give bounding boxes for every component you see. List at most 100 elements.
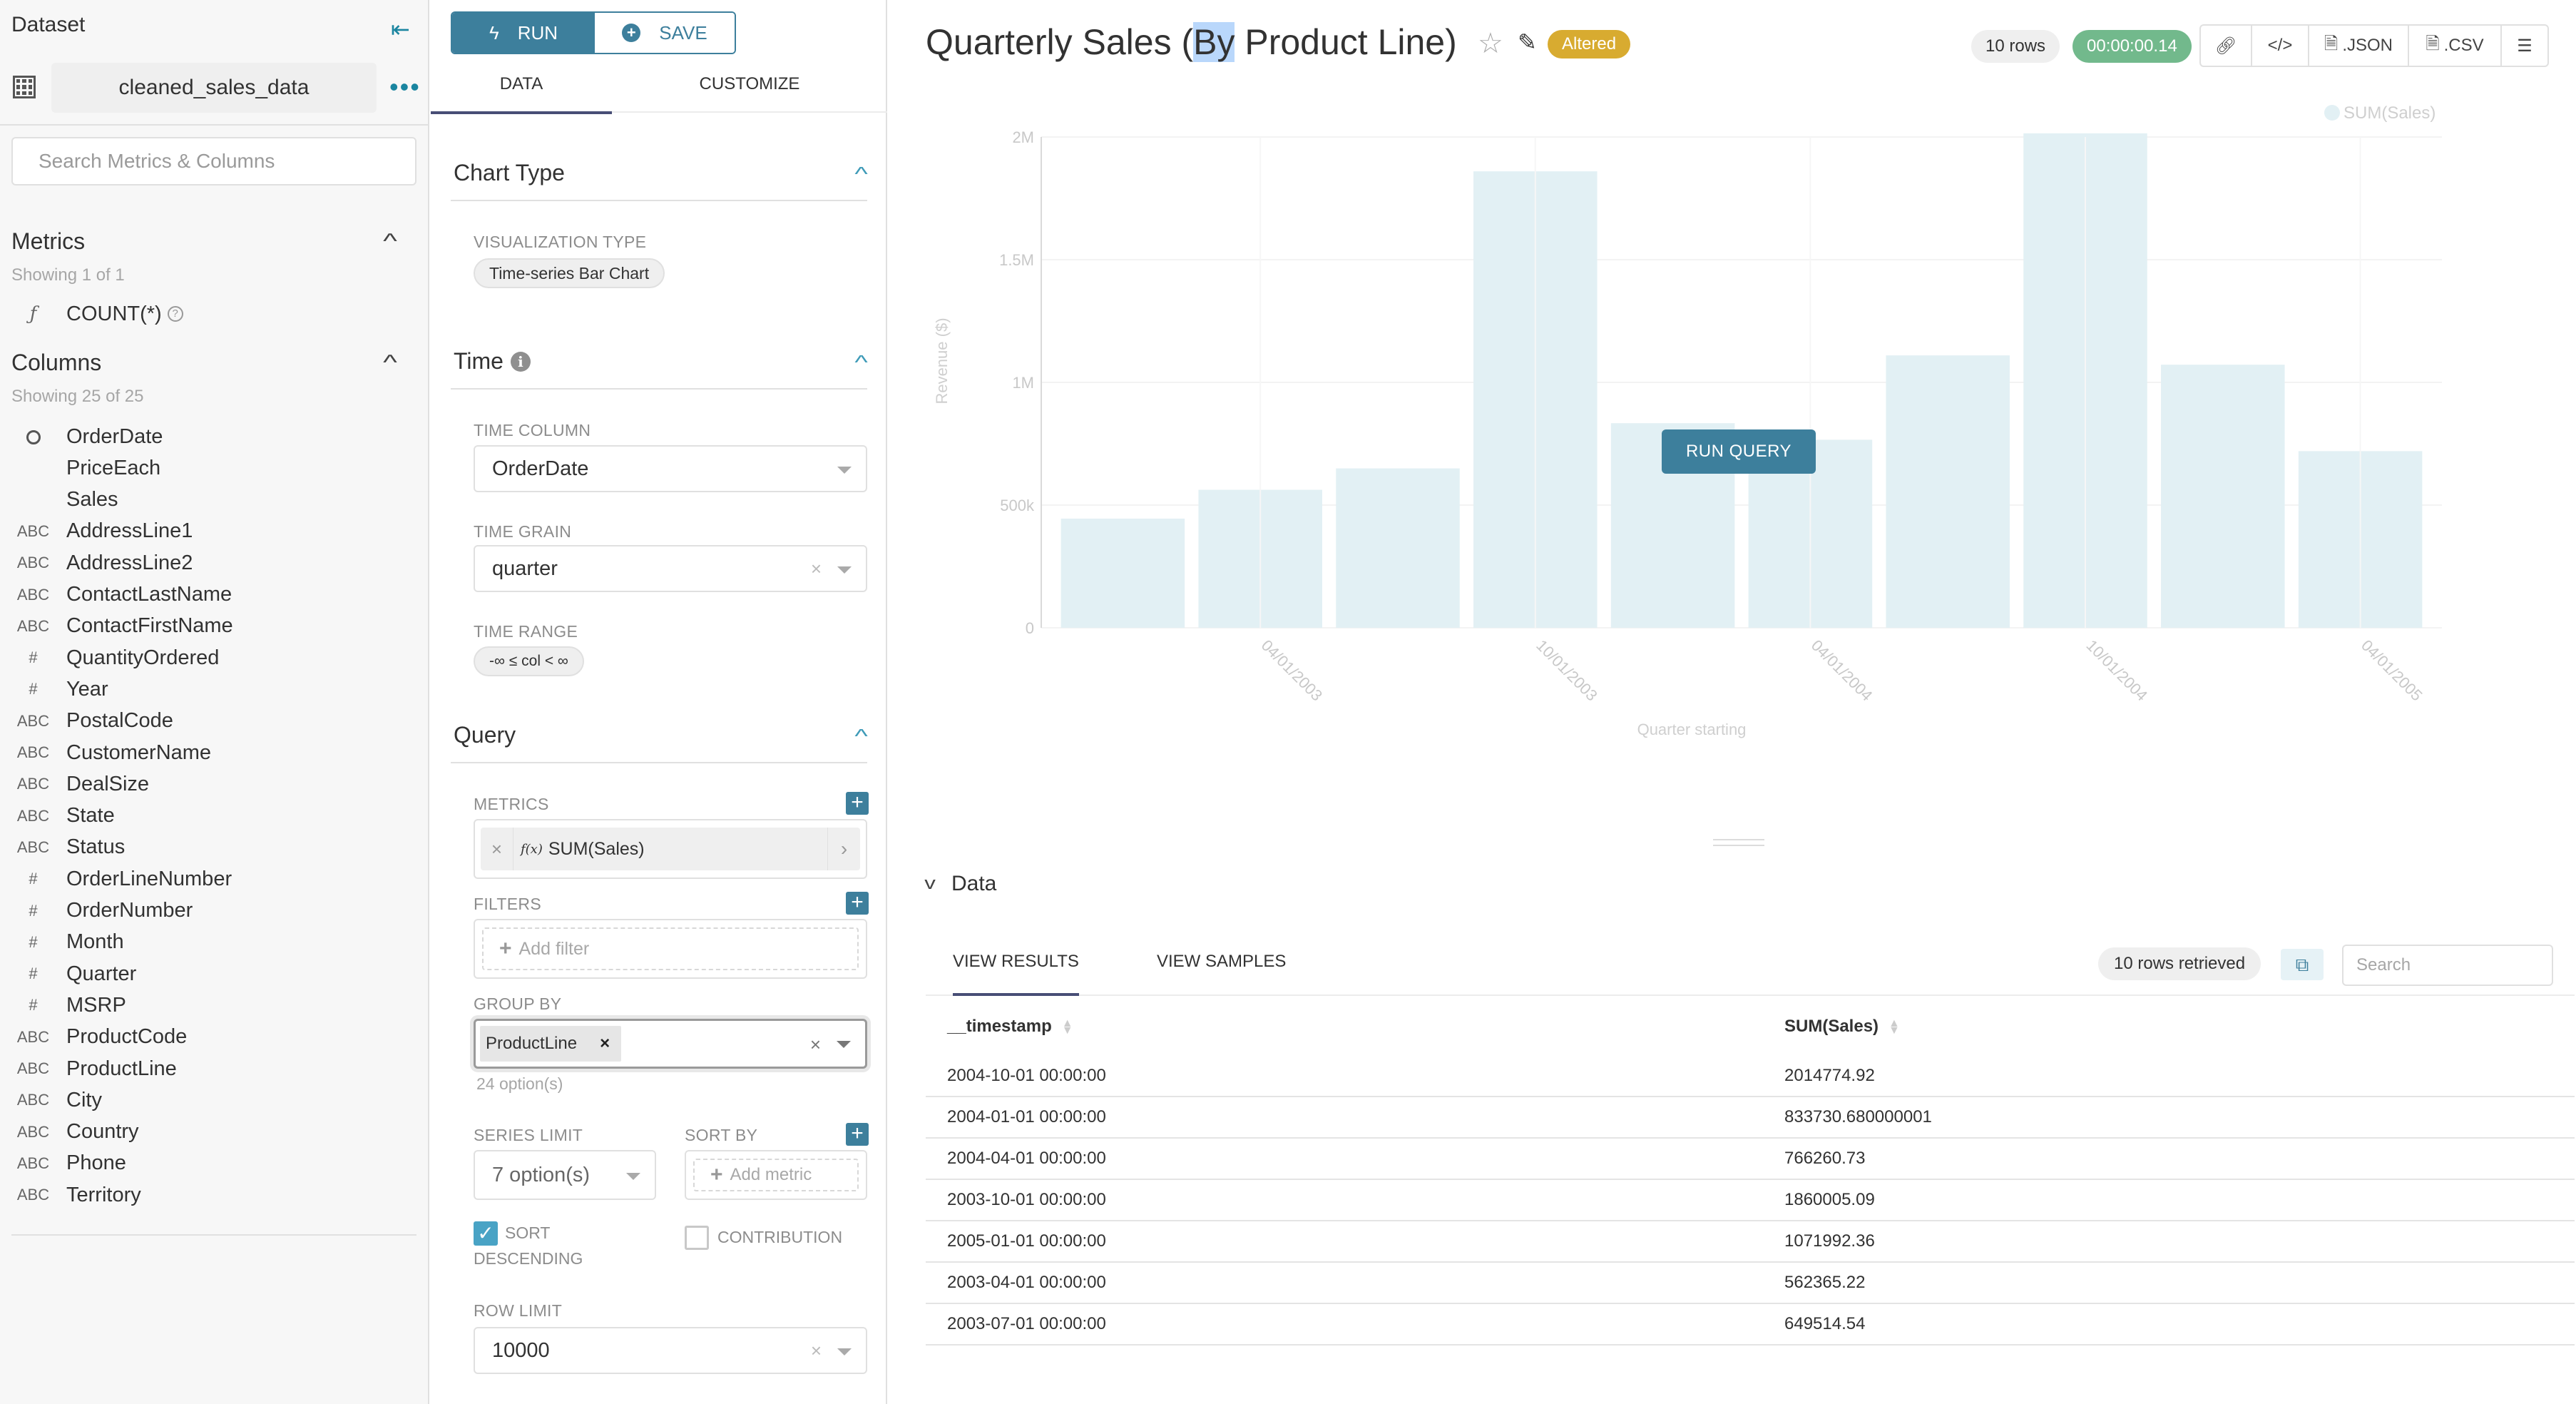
column-item[interactable]: # Quarter	[0, 958, 428, 990]
viz-type-selector[interactable]: Time-series Bar Chart	[474, 258, 665, 288]
column-item[interactable]: ABC ProductLine	[0, 1053, 428, 1084]
column-item[interactable]: ABC DealSize	[0, 768, 428, 800]
collapse-panel-icon[interactable]: ⇤	[391, 16, 410, 43]
column-item[interactable]: ABC Country	[0, 1116, 428, 1148]
export-csv-button[interactable]: 🗎 .CSV	[2409, 26, 2502, 66]
add-sort-metric-button[interactable]: +	[846, 1123, 869, 1146]
chart-area: Quarterly Sales (By Product Line) ☆ ✎ Al…	[889, 0, 2576, 1404]
resize-handle[interactable]	[1713, 839, 1764, 846]
y-axis-title: Revenue ($)	[933, 317, 951, 404]
sort-icon[interactable]: ▲ ▼	[1888, 1017, 1900, 1036]
columns-section-title[interactable]: Columns	[11, 350, 101, 376]
column-item[interactable]: # OrderNumber	[0, 895, 428, 927]
add-filter-dropzone[interactable]: + Add filter	[482, 927, 859, 970]
chevron-up-icon[interactable]: ^	[854, 351, 867, 374]
chart-title[interactable]: Quarterly Sales (By Product Line)	[926, 21, 1457, 63]
metric-chip[interactable]: × f(x) SUM(Sales) ›	[481, 828, 860, 870]
column-item[interactable]: ABC ContactLastName	[0, 579, 428, 611]
function-icon: f(x)	[521, 841, 543, 857]
column-item[interactable]: ABC AddressLine1	[0, 516, 428, 547]
dropdown-arrow-icon	[837, 1348, 852, 1355]
edit-icon[interactable]: ✎	[1518, 29, 1537, 56]
clear-icon[interactable]: ×	[811, 546, 822, 591]
tab-view-samples[interactable]: VIEW SAMPLES	[1157, 952, 1286, 994]
series-limit-label: SERIES LIMIT	[474, 1126, 583, 1144]
tab-customize[interactable]: CUSTOMIZE	[612, 68, 887, 113]
chevron-up-icon[interactable]: ^	[854, 163, 867, 185]
run-query-button[interactable]: RUN QUERY	[1662, 429, 1816, 474]
column-header-timestamp[interactable]: __timestamp ▲ ▼	[926, 1017, 1784, 1037]
clear-icon[interactable]: ×	[810, 1034, 821, 1056]
time-column-select[interactable]: OrderDate	[474, 445, 867, 492]
metrics-section-title[interactable]: Metrics	[11, 228, 85, 255]
sort-icon[interactable]: ▲ ▼	[1062, 1017, 1073, 1036]
clear-icon[interactable]: ×	[811, 1328, 822, 1373]
copy-to-clipboard-button[interactable]: ⧉	[2281, 949, 2324, 980]
column-item[interactable]: ABC ProductCode	[0, 1022, 428, 1053]
chevron-right-icon[interactable]: ›	[827, 828, 860, 870]
column-item[interactable]: ABC PostalCode	[0, 706, 428, 737]
column-item[interactable]: # Month	[0, 927, 428, 958]
star-icon[interactable]: ☆	[1478, 27, 1503, 60]
series-limit-select[interactable]: 7 option(s)	[474, 1150, 656, 1200]
time-grain-select[interactable]: quarter ×	[474, 545, 867, 592]
add-filter-button[interactable]: +	[846, 892, 869, 915]
chevron-up-icon[interactable]: ^	[383, 230, 397, 254]
row-limit-select[interactable]: 10000 ×	[474, 1327, 867, 1374]
export-json-button[interactable]: 🗎 .JSON	[2309, 26, 2409, 66]
embed-code-button[interactable]: </>	[2252, 26, 2309, 66]
remove-icon[interactable]: ×	[481, 828, 513, 870]
chart-toolbar: 🔗︎ </> 🗎 .JSON 🗎 .CSV ☰	[2199, 24, 2549, 67]
share-link-button[interactable]: 🔗︎	[2201, 26, 2252, 66]
column-item[interactable]: PriceEach	[0, 452, 428, 484]
chevron-up-icon[interactable]: ^	[854, 725, 867, 748]
column-item[interactable]: ABC Status	[0, 832, 428, 863]
column-item[interactable]: # OrderLineNumber	[0, 863, 428, 895]
column-item[interactable]: ABC ContactFirstName	[0, 611, 428, 642]
column-item[interactable]: ABC CustomerName	[0, 737, 428, 768]
save-button[interactable]: + SAVE	[595, 13, 735, 53]
column-item[interactable]: Sales	[0, 484, 428, 516]
file-code-icon: 🗎	[2324, 34, 2339, 54]
column-header-sum-sales[interactable]: SUM(Sales) ▲ ▼	[1784, 1017, 2575, 1037]
table-body: 2004-10-01 00:00:00 2014774.92 2004-01-01 …	[926, 1056, 2575, 1346]
metrics-showing-count: Showing 1 of 1	[11, 265, 125, 285]
help-icon[interactable]: ?	[167, 306, 183, 322]
dataset-name[interactable]: cleaned_sales_data	[51, 63, 377, 113]
table-row: 2004-04-01 00:00:00 766260.73	[926, 1139, 2575, 1180]
run-button[interactable]: ϟ RUN	[452, 13, 595, 53]
tab-data[interactable]: DATA	[431, 68, 612, 114]
column-item[interactable]: # MSRP	[0, 990, 428, 1021]
menu-button[interactable]: ☰	[2502, 26, 2547, 66]
results-search-input[interactable]	[2342, 945, 2553, 986]
table-cell: 2005-01-01 00:00:00	[947, 1231, 1106, 1251]
column-item[interactable]: ABC Phone	[0, 1148, 428, 1179]
column-item[interactable]: ABC AddressLine2	[0, 547, 428, 579]
column-item[interactable]: ABC State	[0, 800, 428, 832]
column-item[interactable]: OrderDate	[0, 421, 428, 452]
more-options-icon[interactable]: •••	[389, 74, 421, 100]
sort-descending-checkbox[interactable]: ✓	[474, 1221, 498, 1246]
query-section-header[interactable]: Query ^	[451, 716, 868, 763]
column-item[interactable]: # QuantityOrdered	[0, 642, 428, 673]
time-range-selector[interactable]: -∞ ≤ col < ∞	[474, 646, 584, 676]
column-name: AddressLine1	[66, 519, 193, 543]
column-item[interactable]: ABC Territory	[0, 1179, 428, 1211]
column-item[interactable]: # Year	[0, 673, 428, 705]
chart-type-section-header[interactable]: Chart Type ^	[451, 154, 868, 201]
time-section-header[interactable]: Time i ^	[451, 342, 868, 390]
tab-view-results[interactable]: VIEW RESULTS	[953, 952, 1079, 996]
search-metrics-columns-input[interactable]	[11, 137, 416, 185]
row-limit-label: ROW LIMIT	[474, 1301, 563, 1320]
remove-chip-icon[interactable]: ×	[600, 1026, 610, 1062]
altered-badge[interactable]: Altered	[1548, 30, 1631, 58]
add-metric-button[interactable]: +	[846, 792, 869, 815]
contribution-checkbox[interactable]	[685, 1226, 709, 1250]
metric-item[interactable]: ƒ COUNT(*) ?	[0, 298, 428, 330]
chevron-up-icon[interactable]: ^	[383, 351, 397, 375]
column-item[interactable]: ABC City	[0, 1084, 428, 1116]
info-icon[interactable]: i	[510, 351, 531, 372]
add-metric-dropzone[interactable]: + Add metric	[693, 1159, 859, 1191]
group-by-select[interactable]: ProductLine × ×	[474, 1019, 867, 1069]
data-panel-toggle[interactable]: v Data	[924, 872, 996, 896]
